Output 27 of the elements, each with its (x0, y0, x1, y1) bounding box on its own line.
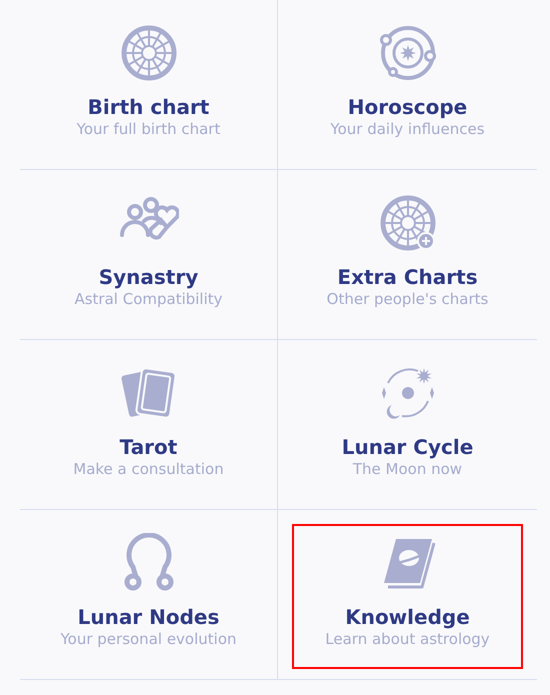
wheel-icon (118, 23, 178, 83)
tile-title: Extra Charts (337, 265, 478, 289)
tile-subtitle: Your personal evolution (60, 629, 237, 649)
tile-subtitle: Your daily influences (330, 119, 485, 139)
tile-title: Lunar Nodes (78, 605, 220, 629)
tile-subtitle: Astral Compatibility (74, 289, 223, 309)
menu-tile[interactable]: Knowledge Learn about astrology (292, 524, 523, 669)
tile-subtitle: Your full birth chart (76, 119, 220, 139)
tile-title: Birth chart (88, 95, 210, 119)
menu-tile[interactable]: Lunar Nodes Your personal evolution (34, 524, 263, 669)
tile-subtitle: Make a consultation (73, 459, 224, 479)
tile-title: Synastry (98, 265, 198, 289)
tile-title: Tarot (120, 435, 178, 459)
tile-subtitle: Other people's charts (326, 289, 488, 309)
wheel-plus-icon (378, 193, 438, 253)
menu-tile[interactable]: Synastry Astral Compatibility (34, 184, 263, 329)
tile-subtitle: Learn about astrology (325, 629, 490, 649)
tile-subtitle: The Moon now (352, 459, 462, 479)
menu-tile[interactable]: Birth chart Your full birth chart (34, 14, 263, 159)
tile-title: Lunar Cycle (342, 435, 474, 459)
menu-tile[interactable]: Horoscope Your daily influences (292, 14, 523, 159)
menu-tile[interactable]: Tarot Make a consultation (34, 354, 263, 499)
tile-title: Knowledge (345, 605, 470, 629)
tile-title: Horoscope (348, 95, 468, 119)
planet-orbit-icon (378, 23, 438, 83)
menu-tile[interactable]: Lunar Cycle The Moon now (292, 354, 523, 499)
menu-tile[interactable]: Extra Charts Other people's charts (292, 184, 523, 329)
